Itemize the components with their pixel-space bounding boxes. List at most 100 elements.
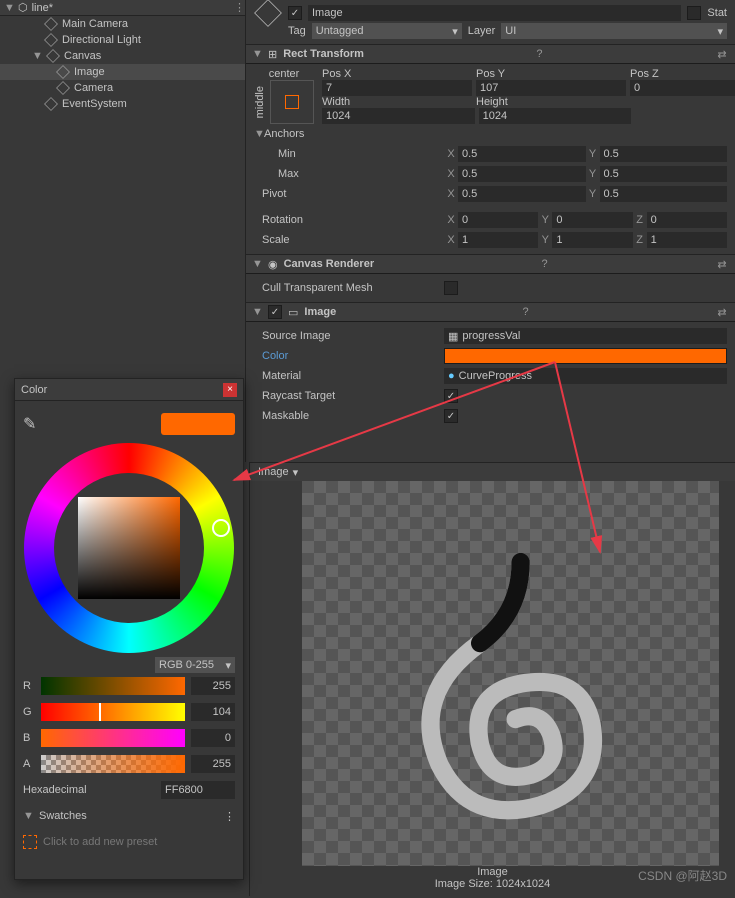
hierarchy-item[interactable]: EventSystem bbox=[0, 96, 245, 112]
posx-input[interactable] bbox=[322, 80, 472, 96]
posz-label: Pos Z bbox=[630, 68, 735, 80]
sv-picker[interactable] bbox=[78, 497, 180, 599]
rot-y-input[interactable] bbox=[552, 212, 632, 228]
foldout-arrow[interactable]: ▼ bbox=[4, 2, 14, 14]
scale-x-input[interactable] bbox=[458, 232, 538, 248]
foldout-arrow[interactable]: ▼ bbox=[254, 128, 264, 140]
layer-dropdown[interactable]: UI ▾ bbox=[501, 23, 727, 39]
rect-transform-header[interactable]: ▼ ⊞ Rect Transform ? ⇄ bbox=[246, 44, 735, 64]
preview-viewport bbox=[302, 481, 719, 866]
x-label: X bbox=[444, 148, 458, 160]
anchormin-y-input[interactable] bbox=[600, 146, 728, 162]
color-wheel[interactable] bbox=[24, 443, 234, 653]
gameobject-icon bbox=[44, 33, 58, 47]
source-image-field[interactable]: ▦progressVal bbox=[444, 328, 727, 344]
component-title: Rect Transform bbox=[283, 48, 364, 60]
posy-label: Pos Y bbox=[476, 68, 626, 80]
anchormin-x-input[interactable] bbox=[458, 146, 586, 162]
a-slider[interactable] bbox=[41, 755, 185, 773]
rot-z-input[interactable] bbox=[647, 212, 727, 228]
color-mode-dropdown[interactable]: RGB 0-255▾ bbox=[155, 657, 235, 673]
hue-handle[interactable] bbox=[212, 519, 230, 537]
foldout-arrow[interactable]: ▼ bbox=[32, 50, 42, 62]
a-input[interactable] bbox=[191, 755, 235, 773]
material-field[interactable]: ●CurveProgress bbox=[444, 368, 727, 384]
help-icon[interactable]: ? bbox=[519, 305, 533, 319]
color-field[interactable] bbox=[444, 348, 727, 364]
preset-icon[interactable]: ⇄ bbox=[715, 305, 729, 319]
y-label: Y bbox=[538, 234, 552, 246]
posy-input[interactable] bbox=[476, 80, 626, 96]
material-value: CurveProgress bbox=[459, 370, 532, 382]
gameobject-icon bbox=[46, 49, 60, 63]
b-input[interactable] bbox=[191, 729, 235, 747]
help-icon[interactable]: ? bbox=[532, 47, 546, 61]
image-enable-checkbox[interactable]: ✓ bbox=[268, 305, 282, 319]
chevron-down-icon: ▾ bbox=[717, 25, 723, 38]
color-window-titlebar[interactable]: Color × bbox=[15, 379, 243, 401]
scale-label: Scale bbox=[254, 234, 444, 246]
scale-y-input[interactable] bbox=[552, 232, 632, 248]
g-slider[interactable] bbox=[41, 703, 185, 721]
anchormax-x-input[interactable] bbox=[458, 166, 586, 182]
static-checkbox[interactable] bbox=[687, 6, 701, 20]
pivot-x-input[interactable] bbox=[458, 186, 586, 202]
posz-input[interactable] bbox=[630, 80, 735, 96]
layer-value: UI bbox=[505, 25, 516, 37]
swatches-menu-icon[interactable]: ⋮ bbox=[224, 810, 235, 823]
image-component-header[interactable]: ▼ ✓ ▭ Image ? ⇄ bbox=[246, 302, 735, 322]
raycast-checkbox[interactable]: ✓ bbox=[444, 389, 458, 403]
foldout-arrow[interactable]: ▼ bbox=[252, 306, 262, 318]
r-slider[interactable] bbox=[41, 677, 185, 695]
scene-row[interactable]: ▼ ⬡ line* ⋮ bbox=[0, 0, 245, 16]
anchors-label: Anchors bbox=[264, 128, 304, 140]
r-input[interactable] bbox=[191, 677, 235, 695]
scale-z-input[interactable] bbox=[647, 232, 727, 248]
tag-dropdown[interactable]: Untagged▾ bbox=[312, 23, 462, 39]
cull-checkbox[interactable] bbox=[444, 281, 458, 295]
component-title: Canvas Renderer bbox=[284, 258, 375, 270]
scene-menu-icon[interactable]: ⋮ bbox=[234, 1, 245, 14]
hierarchy-item[interactable]: Main Camera bbox=[0, 16, 245, 32]
preview-panel: Image▾ Image Image Size: 1024x1024 bbox=[249, 462, 735, 896]
help-icon[interactable]: ? bbox=[538, 257, 552, 271]
add-preset-icon[interactable] bbox=[23, 835, 37, 849]
preview-tab-label: Image bbox=[258, 466, 289, 478]
width-label: Width bbox=[322, 96, 472, 108]
active-checkbox[interactable]: ✓ bbox=[288, 6, 302, 20]
hierarchy-item[interactable]: Camera bbox=[0, 80, 245, 96]
hierarchy-item[interactable]: Directional Light bbox=[0, 32, 245, 48]
anchor-preset-button[interactable] bbox=[270, 80, 314, 124]
maskable-checkbox[interactable]: ✓ bbox=[444, 409, 458, 423]
pivot-y-input[interactable] bbox=[600, 186, 728, 202]
hierarchy-item-selected[interactable]: Image bbox=[0, 64, 245, 80]
b-slider[interactable] bbox=[41, 729, 185, 747]
foldout-arrow[interactable]: ▼ bbox=[23, 810, 33, 822]
eyedropper-icon[interactable]: ✎ bbox=[23, 414, 36, 434]
height-input[interactable] bbox=[479, 108, 632, 124]
rotation-label: Rotation bbox=[254, 214, 444, 226]
foldout-arrow[interactable]: ▼ bbox=[252, 258, 262, 270]
gameobject-icon bbox=[44, 17, 58, 31]
width-input[interactable] bbox=[322, 108, 475, 124]
object-name-input[interactable] bbox=[308, 5, 681, 21]
rot-x-input[interactable] bbox=[458, 212, 538, 228]
preset-icon[interactable]: ⇄ bbox=[715, 47, 729, 61]
hex-input[interactable] bbox=[161, 781, 235, 799]
sprite-icon: ▦ bbox=[448, 330, 458, 343]
hierarchy-item[interactable]: ▼Canvas bbox=[0, 48, 245, 64]
preview-tab[interactable]: Image▾ bbox=[250, 463, 735, 481]
g-input[interactable] bbox=[191, 703, 235, 721]
add-preset-label[interactable]: Click to add new preset bbox=[43, 836, 157, 848]
foldout-arrow[interactable]: ▼ bbox=[252, 48, 262, 60]
x-label: X bbox=[444, 214, 458, 226]
inspector-panel: ✓ Stat Tag Untagged▾ Layer UI▾ ▼ ⊞ Rect … bbox=[245, 0, 735, 462]
pivot-label: Pivot bbox=[254, 188, 444, 200]
canvas-renderer-header[interactable]: ▼ ◉ Canvas Renderer ? ⇄ bbox=[246, 254, 735, 274]
cull-label: Cull Transparent Mesh bbox=[254, 282, 444, 294]
anchormax-y-input[interactable] bbox=[600, 166, 728, 182]
close-button[interactable]: × bbox=[223, 383, 237, 397]
preset-icon[interactable]: ⇄ bbox=[715, 257, 729, 271]
layer-label: Layer bbox=[468, 25, 496, 37]
color-window-title: Color bbox=[21, 384, 47, 396]
